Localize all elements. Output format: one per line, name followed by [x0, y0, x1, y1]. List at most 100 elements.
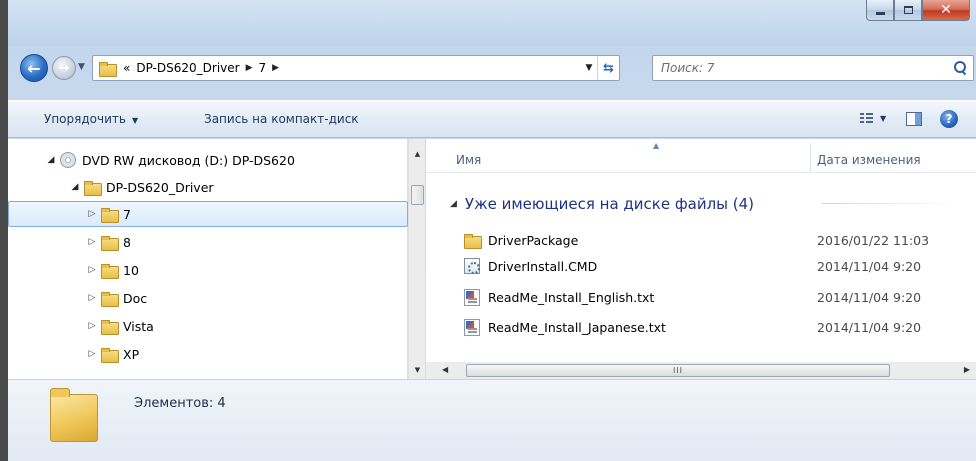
folder-icon	[101, 347, 119, 363]
forward-arrow-icon: →	[58, 60, 70, 76]
expanded-arrow-icon[interactable]: ◢	[46, 155, 56, 165]
folder-icon	[99, 61, 117, 77]
help-button[interactable]: ?	[940, 110, 958, 128]
forward-button[interactable]: →	[52, 56, 76, 80]
tree-item-label: XP	[123, 346, 140, 362]
search-icon[interactable]	[954, 61, 967, 74]
folder-icon	[101, 263, 119, 279]
minimize-button[interactable]	[866, 0, 894, 21]
text-file-icon	[464, 288, 480, 306]
breadcrumb-overflow[interactable]: «	[123, 61, 130, 75]
chevron-down-icon: ▼	[880, 114, 887, 123]
tree-item-7[interactable]: ▷ 7	[8, 201, 408, 227]
title-bar[interactable]: ✕	[8, 0, 976, 46]
file-row-driverinstall-cmd[interactable]: DriverInstall.CMD 2014/11/04 9:20	[464, 254, 974, 278]
tree-item-8[interactable]: ▷ 8	[87, 229, 131, 255]
group-title: Уже имеющиеся на диске файлы (4)	[464, 195, 755, 213]
back-button[interactable]: ←	[20, 54, 48, 82]
column-header-date-modified[interactable]: Дата изменения	[817, 153, 921, 167]
file-date: 2014/11/04 9:20	[817, 319, 922, 335]
tree-item-label: Doc	[123, 290, 148, 306]
file-date: 2014/11/04 9:20	[817, 258, 922, 274]
file-name: ReadMe_Install_Japanese.txt	[488, 319, 666, 335]
folder-large-icon	[50, 388, 98, 442]
tree-item-doc[interactable]: ▷ Doc	[87, 285, 147, 311]
collapsed-arrow-icon[interactable]: ▷	[87, 209, 97, 219]
breadcrumb-7[interactable]: 7	[259, 61, 267, 75]
close-icon: ✕	[940, 2, 952, 18]
breadcrumb-separator-icon[interactable]: ▶	[272, 63, 279, 73]
preview-pane-button[interactable]	[906, 112, 922, 126]
dvd-drive-icon	[60, 152, 76, 168]
file-date: 2014/11/04 9:20	[817, 289, 922, 305]
file-row-readme-japanese[interactable]: ReadMe_Install_Japanese.txt 2014/11/04 9…	[464, 315, 974, 339]
collapsed-arrow-icon[interactable]: ▷	[87, 237, 97, 247]
burn-to-disc-button[interactable]: Запись на компакт-диск	[204, 112, 359, 126]
navigation-bar: ← → ▼ « DP-DS620_Driver ▶ 7 ▶ ▼ ⇆ Поиск:…	[8, 52, 976, 84]
folder-icon	[101, 207, 119, 223]
collapsed-arrow-icon[interactable]: ▷	[87, 265, 97, 275]
chevron-down-icon: ▼	[585, 63, 593, 73]
back-arrow-icon: ←	[27, 58, 41, 78]
scroll-left-icon[interactable]: ◀	[442, 365, 448, 374]
address-bar[interactable]: « DP-DS620_Driver ▶ 7 ▶ ▼ ⇆	[92, 55, 620, 81]
scrollbar-thumb[interactable]	[411, 185, 424, 205]
group-collapse-icon[interactable]: ◢	[450, 199, 457, 209]
file-date: 2016/01/22 11:03	[817, 232, 930, 248]
collapsed-arrow-icon[interactable]: ▷	[87, 321, 97, 331]
column-header-name[interactable]: Имя	[456, 153, 481, 167]
refresh-button[interactable]: ⇆	[597, 56, 619, 80]
view-options-dropdown[interactable]: ▼	[880, 114, 886, 123]
minimize-icon	[875, 11, 885, 15]
cmd-file-icon	[464, 258, 480, 274]
chevron-down-icon: ▼	[131, 116, 139, 125]
navigation-pane-scrollbar[interactable]: ▲ ▼	[408, 139, 425, 379]
scroll-right-icon[interactable]: ▶	[964, 365, 970, 374]
items-count: Элементов: 4	[134, 396, 226, 411]
breadcrumb-dp-ds620-driver[interactable]: DP-DS620_Driver	[136, 61, 239, 75]
folder-icon	[101, 291, 119, 307]
tree-item-dvd-drive[interactable]: ◢ DVD RW дисковод (D:) DP-DS620	[46, 147, 295, 173]
chevron-down-icon: ▼	[78, 62, 85, 72]
scroll-down-icon[interactable]: ▼	[409, 361, 426, 378]
tree-item-label: 8	[123, 234, 131, 250]
file-row-readme-english[interactable]: ReadMe_Install_English.txt 2014/11/04 9:…	[464, 285, 974, 309]
tree-item-vista[interactable]: ▷ Vista	[87, 313, 154, 339]
folder-icon	[101, 235, 119, 251]
maximize-button[interactable]	[894, 0, 922, 21]
search-input[interactable]: Поиск: 7	[652, 55, 974, 81]
refresh-icon: ⇆	[603, 60, 614, 76]
tree-item-xp[interactable]: ▷ XP	[87, 341, 139, 367]
scrollbar-thumb[interactable]: III	[466, 364, 890, 377]
collapsed-arrow-icon[interactable]: ▷	[87, 349, 97, 359]
folder-icon	[84, 180, 102, 196]
details-pane: Элементов: 4	[8, 379, 976, 461]
file-list-horizontal-scrollbar[interactable]: ◀ III ▶	[426, 362, 976, 379]
file-name: ReadMe_Install_English.txt	[488, 289, 655, 305]
scroll-up-icon[interactable]: ▲	[409, 145, 426, 162]
file-row-driverpackage[interactable]: DriverPackage 2016/01/22 11:03	[464, 228, 974, 252]
tree-item-10[interactable]: ▷ 10	[87, 257, 139, 283]
navigation-pane: ◢ DVD RW дисковод (D:) DP-DS620 ◢ DP-DS6…	[8, 139, 408, 379]
text-file-icon	[464, 318, 480, 336]
group-divider	[822, 203, 958, 204]
collapsed-arrow-icon[interactable]: ▷	[87, 293, 97, 303]
tree-item-dp-ds620-driver[interactable]: ◢ DP-DS620_Driver	[70, 174, 214, 200]
column-headers: ▲ Имя Дата изменения	[426, 139, 976, 173]
burn-label: Запись на компакт-диск	[204, 112, 359, 126]
breadcrumb-separator-icon[interactable]: ▶	[246, 63, 253, 73]
file-name: DriverPackage	[488, 232, 579, 248]
column-divider[interactable]	[810, 143, 811, 173]
recent-pages-dropdown[interactable]: ▼	[78, 62, 88, 72]
caption-buttons: ✕	[866, 0, 970, 22]
expanded-arrow-icon[interactable]: ◢	[70, 182, 80, 192]
change-view-button[interactable]	[860, 113, 874, 125]
file-list-pane: ▲ Имя Дата изменения ◢ Уже имеющиеся на …	[426, 139, 976, 379]
address-history-dropdown[interactable]: ▼	[581, 56, 597, 80]
close-button[interactable]: ✕	[922, 0, 970, 21]
organize-button[interactable]: Упорядочить ▼	[44, 112, 138, 126]
folder-icon	[464, 233, 482, 249]
tree-item-label: DP-DS620_Driver	[106, 179, 214, 195]
group-header[interactable]: ◢ Уже имеющиеся на диске файлы (4)	[450, 195, 754, 213]
tree-item-label: Vista	[123, 318, 154, 334]
